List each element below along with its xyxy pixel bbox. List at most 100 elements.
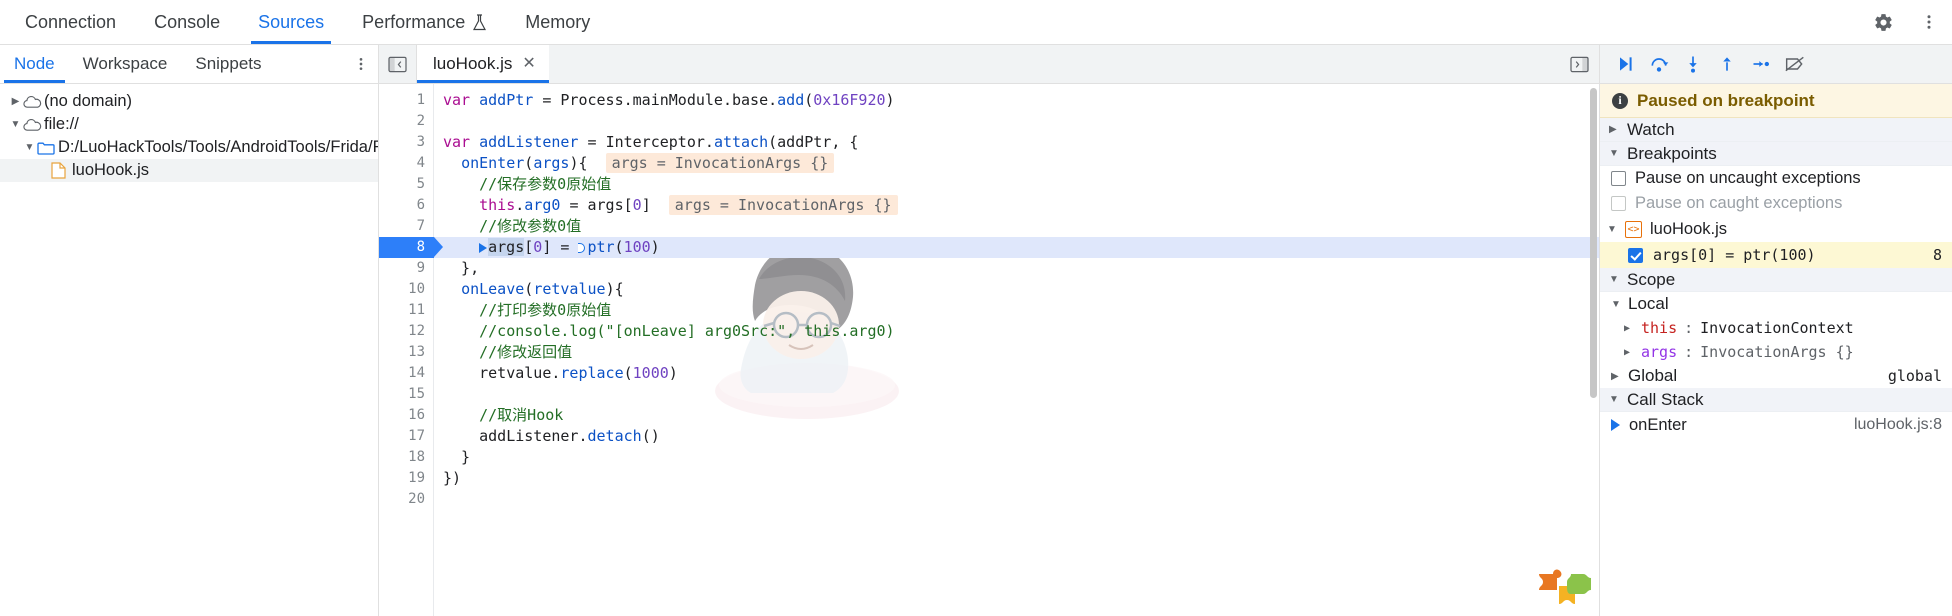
line-number: 1 bbox=[416, 92, 425, 108]
more-vertical-icon[interactable] bbox=[1906, 0, 1952, 44]
line-number: 20 bbox=[408, 491, 425, 507]
tree-item-file-scheme[interactable]: ▼ file:// bbox=[0, 113, 378, 136]
chevron-down-icon[interactable]: ▼ bbox=[1609, 148, 1619, 159]
tree-item-folder[interactable]: ▼ D:/LuoHackTools/Tools/AndroidTools/Fri… bbox=[0, 136, 378, 159]
line-number: 19 bbox=[408, 470, 425, 486]
code-line[interactable]: 20 bbox=[379, 489, 1599, 510]
step-out-button[interactable] bbox=[1712, 50, 1742, 78]
line-number: 6 bbox=[416, 197, 425, 213]
scope-group-local[interactable]: ▼ Local bbox=[1600, 292, 1952, 316]
chevron-down-icon[interactable]: ▼ bbox=[1611, 299, 1621, 310]
tab-console[interactable]: Console bbox=[135, 0, 239, 44]
section-watch[interactable]: ▶ Watch bbox=[1600, 118, 1952, 142]
code-line[interactable]: 3 var addListener = Interceptor.attach(a… bbox=[379, 132, 1599, 153]
close-icon[interactable]: ✕ bbox=[522, 56, 535, 72]
code-line[interactable]: 18 } bbox=[379, 447, 1599, 468]
code-line[interactable]: 15 bbox=[379, 384, 1599, 405]
tree-item-no-domain[interactable]: ▶ (no domain) bbox=[0, 90, 378, 113]
code-line[interactable]: 9 }, bbox=[379, 258, 1599, 279]
section-breakpoints[interactable]: ▼ Breakpoints bbox=[1600, 142, 1952, 166]
tab-performance[interactable]: Performance bbox=[343, 0, 506, 44]
scope-group-global-value: global bbox=[1887, 367, 1942, 385]
tab-memory[interactable]: Memory bbox=[506, 0, 609, 44]
pause-uncaught-checkbox[interactable] bbox=[1611, 171, 1626, 186]
debugger-pane: i Paused on breakpoint ▶ Watch ▼ Breakpo… bbox=[1600, 45, 1952, 616]
chevron-right-icon[interactable]: ▶ bbox=[1609, 124, 1619, 135]
editor-vertical-scrollbar[interactable] bbox=[1590, 88, 1597, 398]
code-line[interactable]: 12 //console.log("[onLeave] arg0Src:", t… bbox=[379, 321, 1599, 342]
line-source: onEnter(args){ args = InvocationArgs {} bbox=[434, 153, 835, 174]
call-stack-frame[interactable]: onEnter luoHook.js:8 bbox=[1600, 412, 1952, 438]
step-over-button[interactable] bbox=[1644, 50, 1674, 78]
chevron-down-icon[interactable]: ▼ bbox=[1609, 394, 1619, 405]
resume-button[interactable] bbox=[1610, 50, 1640, 78]
nav-tab-node-label: Node bbox=[14, 54, 55, 73]
code-line[interactable]: 7 //修改参数0值 bbox=[379, 216, 1599, 237]
code-line[interactable]: 19 }) bbox=[379, 468, 1599, 489]
section-call-stack-label: Call Stack bbox=[1627, 389, 1704, 409]
scope-group-local-label: Local bbox=[1628, 294, 1669, 313]
nav-tab-node[interactable]: Node bbox=[0, 45, 69, 83]
code-line[interactable]: 10 onLeave(retvalue){ bbox=[379, 279, 1599, 300]
step-into-button[interactable] bbox=[1678, 50, 1708, 78]
deactivate-breakpoints-button[interactable] bbox=[1780, 50, 1810, 78]
chevron-right-icon[interactable]: ▶ bbox=[1624, 323, 1634, 334]
chevron-down-icon[interactable]: ▼ bbox=[1607, 224, 1617, 235]
code-line[interactable]: 4 onEnter(args){ args = InvocationArgs {… bbox=[379, 153, 1599, 174]
call-stack-frame-location: luoHook.js:8 bbox=[1853, 416, 1942, 433]
nav-tab-workspace[interactable]: Workspace bbox=[69, 45, 182, 83]
navigator-more-icon[interactable] bbox=[344, 45, 378, 83]
code-line[interactable]: 2 bbox=[379, 111, 1599, 132]
show-debugger-icon[interactable] bbox=[1559, 45, 1599, 83]
breakpoint-file-row[interactable]: ▼ <> luoHook.js bbox=[1600, 216, 1952, 242]
line-source: //取消Hook bbox=[443, 406, 564, 424]
tab-sources[interactable]: Sources bbox=[239, 0, 343, 44]
scope-group-global[interactable]: ▶ Global global bbox=[1600, 364, 1952, 388]
code-line[interactable]: 5 //保存参数0原始值 bbox=[379, 174, 1599, 195]
call-stack-frame-name: onEnter bbox=[1629, 415, 1687, 434]
breakpoint-item[interactable]: args[0] = ptr(100) 8 bbox=[1600, 242, 1952, 268]
line-number: 12 bbox=[408, 323, 425, 339]
code-line[interactable]: 17 addListener.detach() bbox=[379, 426, 1599, 447]
chevron-right-icon[interactable]: ▶ bbox=[8, 96, 23, 107]
chevron-down-icon[interactable]: ▼ bbox=[22, 142, 37, 153]
step-button[interactable] bbox=[1746, 50, 1776, 78]
pause-caught-label: Pause on caught exceptions bbox=[1635, 194, 1843, 212]
tree-item-label: luoHook.js bbox=[72, 161, 150, 179]
chevron-down-icon[interactable]: ▼ bbox=[8, 119, 23, 130]
code-line[interactable]: 14 retvalue.replace(1000) bbox=[379, 363, 1599, 384]
settings-gear-icon[interactable] bbox=[1860, 0, 1906, 44]
code-line[interactable]: 1 var addPtr = Process.mainModule.base.a… bbox=[379, 90, 1599, 111]
pause-on-caught-exceptions-row: Pause on caught exceptions bbox=[1600, 191, 1952, 216]
devtools-window: Connection Console Sources Performance M… bbox=[0, 0, 1952, 616]
tab-performance-label: Performance bbox=[362, 11, 466, 32]
scope-property-args[interactable]: ▶ args: InvocationArgs {} bbox=[1600, 340, 1952, 364]
code-line[interactable]: 16 //取消Hook bbox=[379, 405, 1599, 426]
nav-tab-snippets[interactable]: Snippets bbox=[181, 45, 275, 83]
file-tree: ▶ (no domain) ▼ file:// ▼ D:/LuoHackTool… bbox=[0, 84, 378, 616]
breakpoint-enabled-checkbox[interactable] bbox=[1628, 247, 1643, 263]
code-lines: 1 var addPtr = Process.mainModule.base.a… bbox=[379, 84, 1599, 510]
show-navigator-icon[interactable] bbox=[379, 45, 417, 83]
navigator-tab-bar: Node Workspace Snippets bbox=[0, 45, 378, 84]
inline-value-badge: args = InvocationArgs {} bbox=[668, 195, 898, 215]
code-line[interactable]: 6 this.arg0 = args[0] args = InvocationA… bbox=[379, 195, 1599, 216]
editor-tab-luohook[interactable]: luoHook.js ✕ bbox=[417, 45, 549, 83]
code-line[interactable]: 11 //打印参数0原始值 bbox=[379, 300, 1599, 321]
scope-property-this[interactable]: ▶ this: InvocationContext bbox=[1600, 316, 1952, 340]
code-editor[interactable]: 1 var addPtr = Process.mainModule.base.a… bbox=[379, 84, 1599, 616]
code-line[interactable]: 13 //修改返回值 bbox=[379, 342, 1599, 363]
chevron-down-icon[interactable]: ▼ bbox=[1609, 274, 1619, 285]
tab-connection[interactable]: Connection bbox=[6, 0, 135, 44]
chevron-right-icon[interactable]: ▶ bbox=[1624, 347, 1634, 358]
code-line-current[interactable]: 8 args[0] = ptr(100) bbox=[379, 237, 1599, 258]
section-scope[interactable]: ▼ Scope bbox=[1600, 268, 1952, 292]
chevron-right-icon[interactable]: ▶ bbox=[1611, 371, 1621, 382]
tab-sources-label: Sources bbox=[258, 11, 325, 32]
section-call-stack[interactable]: ▼ Call Stack bbox=[1600, 388, 1952, 412]
pause-on-uncaught-exceptions-row[interactable]: Pause on uncaught exceptions bbox=[1600, 166, 1952, 191]
paused-status-banner: i Paused on breakpoint bbox=[1600, 84, 1952, 118]
section-breakpoints-label: Breakpoints bbox=[1627, 143, 1717, 163]
cloud-icon bbox=[23, 118, 44, 132]
tree-item-file-luohook[interactable]: ▶ luoHook.js bbox=[0, 159, 378, 182]
